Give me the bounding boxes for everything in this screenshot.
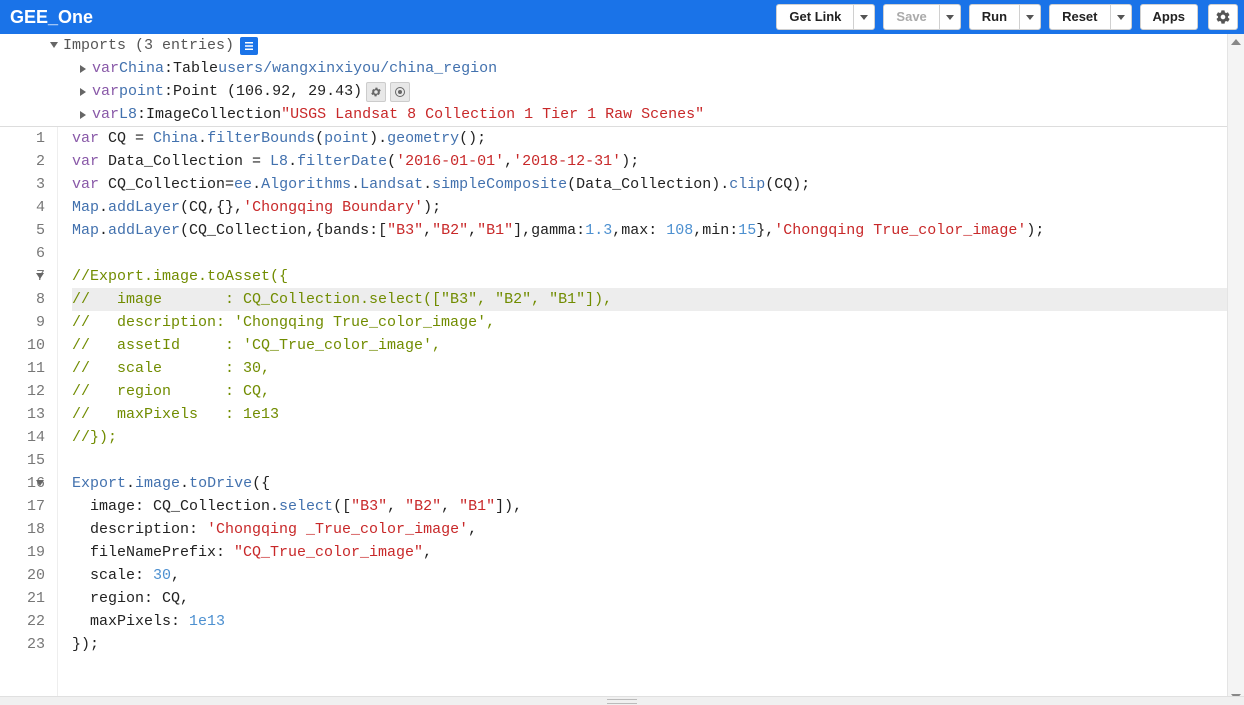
expand-icon[interactable] [80,88,86,96]
gear-icon [1215,9,1231,25]
get-link-dropdown[interactable] [853,4,875,30]
code-line[interactable] [72,242,1244,265]
import-value: "USGS Landsat 8 Collection 1 Tier 1 Raw … [281,103,704,126]
imports-fold-toggle[interactable] [50,42,58,48]
grip-icon [607,699,637,704]
code-editor[interactable]: 1234567891011121314151617181920212223 va… [0,127,1244,702]
line-number: 7 [0,265,45,288]
reset-dropdown[interactable] [1110,4,1132,30]
line-number: 11 [0,357,45,380]
import-type: ImageCollection [146,103,281,126]
line-number: 21 [0,587,45,610]
line-number: 5 [0,219,45,242]
code-line[interactable]: maxPixels: 1e13 [72,610,1244,633]
script-title: GEE_One [10,7,93,28]
chevron-down-icon [946,15,954,20]
panel-resize-handle[interactable] [0,696,1244,705]
line-number: 12 [0,380,45,403]
code-line[interactable]: // image : CQ_Collection.select(["B3", "… [72,288,1244,311]
line-number: 1 [0,127,45,150]
toolbar: GEE_One Get Link Save Run Reset Apps [0,0,1244,34]
line-number: 9 [0,311,45,334]
code-line[interactable]: //}); [72,426,1244,449]
chevron-down-icon [1026,15,1034,20]
save-button[interactable]: Save [883,4,938,30]
settings-button[interactable] [1208,4,1238,30]
code-line[interactable]: // description: 'Chongqing True_color_im… [72,311,1244,334]
reset-button[interactable]: Reset [1049,4,1109,30]
code-line[interactable]: description: 'Chongqing _True_color_imag… [72,518,1244,541]
line-number: 14 [0,426,45,449]
import-value: users/wangxinxiyou/china_region [218,57,497,80]
code-line[interactable]: var Data_Collection = L8.filterDate('201… [72,150,1244,173]
chevron-up-icon [1231,39,1241,45]
line-number: 20 [0,564,45,587]
line-number-gutter: 1234567891011121314151617181920212223 [0,127,58,702]
import-variable-name: China [119,57,164,80]
import-type: Point (106.92, 29.43) [173,80,362,103]
code-line[interactable] [72,449,1244,472]
line-number: 19 [0,541,45,564]
line-number: 23 [0,633,45,656]
convert-imports-icon[interactable] [240,37,258,55]
code-line[interactable]: region: CQ, [72,587,1244,610]
line-number: 16 [0,472,45,495]
code-line[interactable]: fileNamePrefix: "CQ_True_color_image", [72,541,1244,564]
var-keyword: var [92,103,119,126]
line-number: 13 [0,403,45,426]
geometry-settings-icon[interactable] [366,82,386,102]
scroll-up-button[interactable] [1228,34,1244,50]
line-number: 17 [0,495,45,518]
line-number: 3 [0,173,45,196]
import-row[interactable]: var L8: ImageCollection "USGS Landsat 8 … [0,103,1244,126]
import-type: Table [173,57,218,80]
code-line[interactable]: // assetId : 'CQ_True_color_image', [72,334,1244,357]
line-number: 10 [0,334,45,357]
expand-icon[interactable] [80,111,86,119]
imports-header[interactable]: Imports (3 entries) [0,34,1244,57]
code-line[interactable]: var CQ_Collection=ee.Algorithms.Landsat.… [72,173,1244,196]
code-line[interactable]: }); [72,633,1244,656]
geometry-locate-icon[interactable] [390,82,410,102]
line-number: 4 [0,196,45,219]
apps-button[interactable]: Apps [1140,4,1199,30]
code-line[interactable]: // scale : 30, [72,357,1244,380]
code-line[interactable]: Export.image.toDrive({ [72,472,1244,495]
save-dropdown[interactable] [939,4,961,30]
var-keyword: var [92,57,119,80]
var-keyword: var [92,80,119,103]
code-line[interactable]: Map.addLayer(CQ,{},'Chongqing Boundary')… [72,196,1244,219]
code-line[interactable]: Map.addLayer(CQ_Collection,{bands:["B3",… [72,219,1244,242]
import-variable-name: point [119,80,164,103]
line-number: 2 [0,150,45,173]
chevron-down-icon [1117,15,1125,20]
import-row[interactable]: var China: Table users/wangxinxiyou/chin… [0,57,1244,80]
run-dropdown[interactable] [1019,4,1041,30]
code-line[interactable]: var CQ = China.filterBounds(point).geome… [72,127,1244,150]
code-line[interactable]: scale: 30, [72,564,1244,587]
line-number: 6 [0,242,45,265]
import-row[interactable]: var point: Point (106.92, 29.43) [0,80,1244,103]
chevron-down-icon [860,15,868,20]
import-variable-name: L8 [119,103,137,126]
get-link-button[interactable]: Get Link [776,4,853,30]
code-area[interactable]: var CQ = China.filterBounds(point).geome… [58,127,1244,702]
code-line[interactable]: //Export.image.toAsset({ [72,265,1244,288]
line-number: 18 [0,518,45,541]
imports-panel: Imports (3 entries) var China: Table use… [0,34,1244,127]
run-button[interactable]: Run [969,4,1019,30]
line-number: 15 [0,449,45,472]
vertical-scrollbar[interactable] [1227,34,1244,705]
expand-icon[interactable] [80,65,86,73]
code-line[interactable]: image: CQ_Collection.select(["B3", "B2",… [72,495,1244,518]
code-line[interactable]: // region : CQ, [72,380,1244,403]
fold-toggle-icon[interactable] [36,273,44,279]
fold-toggle-icon[interactable] [36,480,44,486]
line-number: 22 [0,610,45,633]
imports-header-text: Imports (3 entries) [63,34,234,57]
code-line[interactable]: // maxPixels : 1e13 [72,403,1244,426]
line-number: 8 [0,288,45,311]
